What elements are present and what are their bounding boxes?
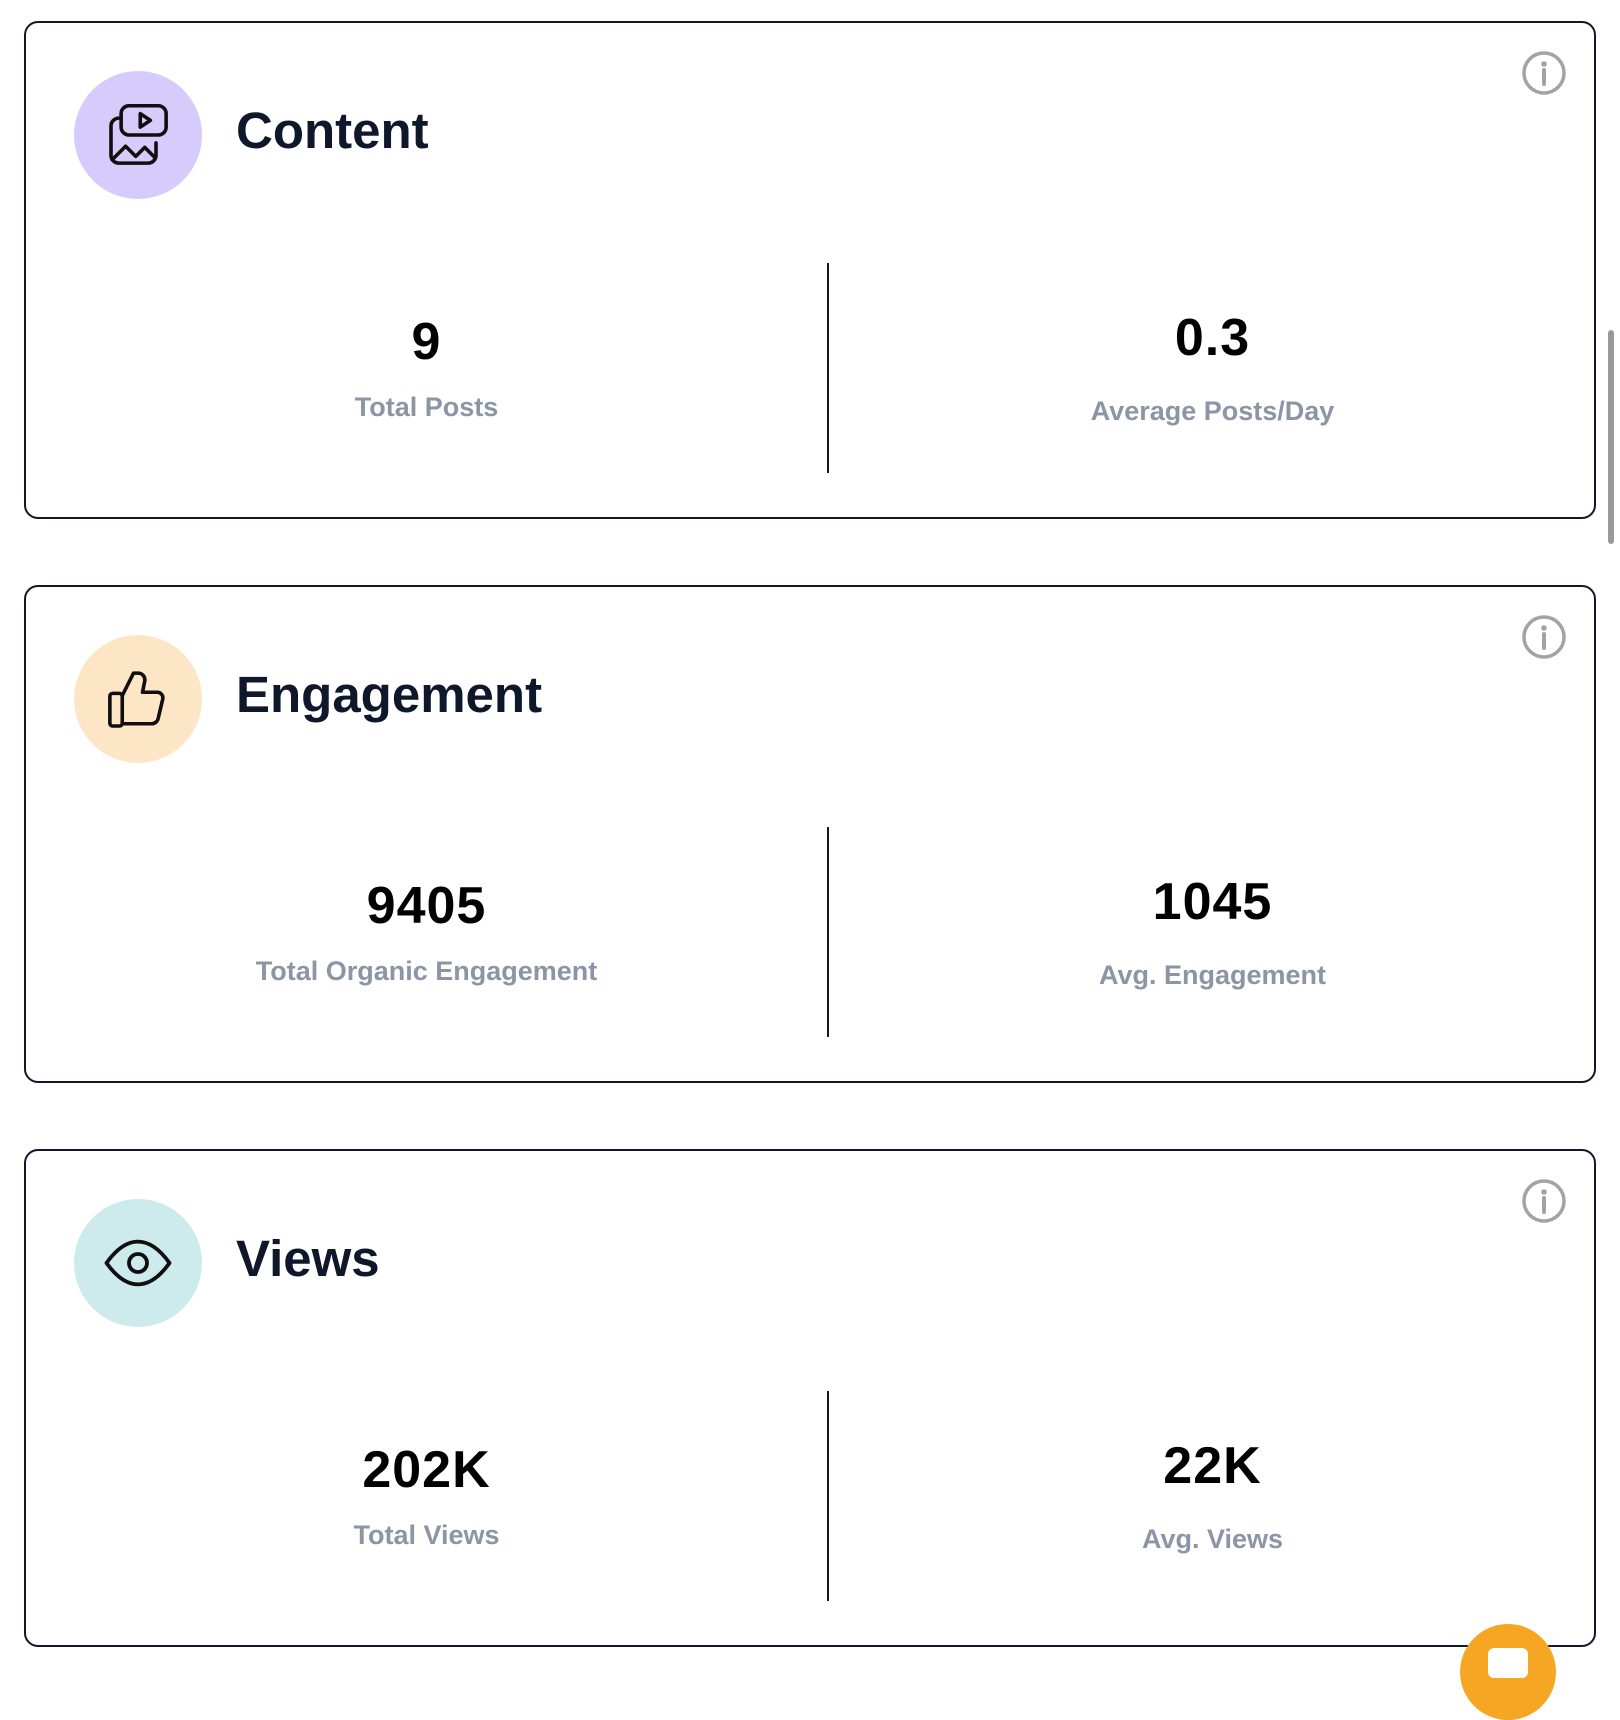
info-icon[interactable] [1520, 613, 1568, 661]
stat-label: Avg. Views [1141, 1523, 1284, 1554]
chat-bubble-icon [1488, 1648, 1528, 1678]
card-title: Engagement [236, 666, 543, 723]
stat-avg-views: 22K Avg. Views [829, 1391, 1596, 1601]
info-icon[interactable] [1520, 1177, 1568, 1225]
engagement-card: Engagement 9405 Total Organic Engagement… [24, 585, 1596, 1083]
stat-label: Total Views [353, 1519, 500, 1550]
stat-avg-engagement: 1045 Avg. Engagement [829, 827, 1596, 1037]
stat-value: 9 [411, 312, 442, 371]
stats-row: 9 Total Posts 0.3 Average Posts/Day [26, 263, 1594, 473]
engagement-icon-circle [74, 635, 202, 763]
stat-label: Average Posts/Day [1090, 395, 1335, 426]
content-icon-circle [74, 71, 202, 199]
stat-value: 0.3 [1174, 308, 1251, 367]
stat-label: Total Organic Engagement [255, 955, 598, 986]
stats-row: 202K Total Views 22K Avg. Views [26, 1391, 1594, 1601]
stat-label: Total Posts [354, 391, 499, 422]
stat-value: 1045 [1152, 872, 1273, 931]
stat-value: 9405 [366, 876, 487, 935]
card-title: Content [236, 102, 429, 159]
stat-total-organic-engagement: 9405 Total Organic Engagement [26, 827, 827, 1037]
stat-total-posts: 9 Total Posts [26, 263, 827, 473]
stat-total-views: 202K Total Views [26, 1391, 827, 1601]
scrollbar-thumb[interactable] [1608, 330, 1614, 544]
info-icon[interactable] [1520, 49, 1568, 97]
chat-button[interactable] [1460, 1624, 1556, 1720]
card-title: Views [236, 1230, 380, 1287]
stat-value: 202K [362, 1440, 491, 1499]
eye-icon [104, 1239, 172, 1287]
content-card: Content 9 Total Posts 0.3 Average Posts/… [24, 21, 1596, 519]
stat-value: 22K [1163, 1436, 1262, 1495]
views-card: Views 202K Total Views 22K Avg. Views [24, 1149, 1596, 1647]
stat-average-posts-day: 0.3 Average Posts/Day [829, 263, 1596, 473]
stat-label: Avg. Engagement [1098, 959, 1327, 990]
stats-row: 9405 Total Organic Engagement 1045 Avg. … [26, 827, 1594, 1037]
thumbs-up-icon [108, 671, 165, 728]
media-image-play-icon [109, 103, 168, 165]
views-icon-circle [74, 1199, 202, 1327]
